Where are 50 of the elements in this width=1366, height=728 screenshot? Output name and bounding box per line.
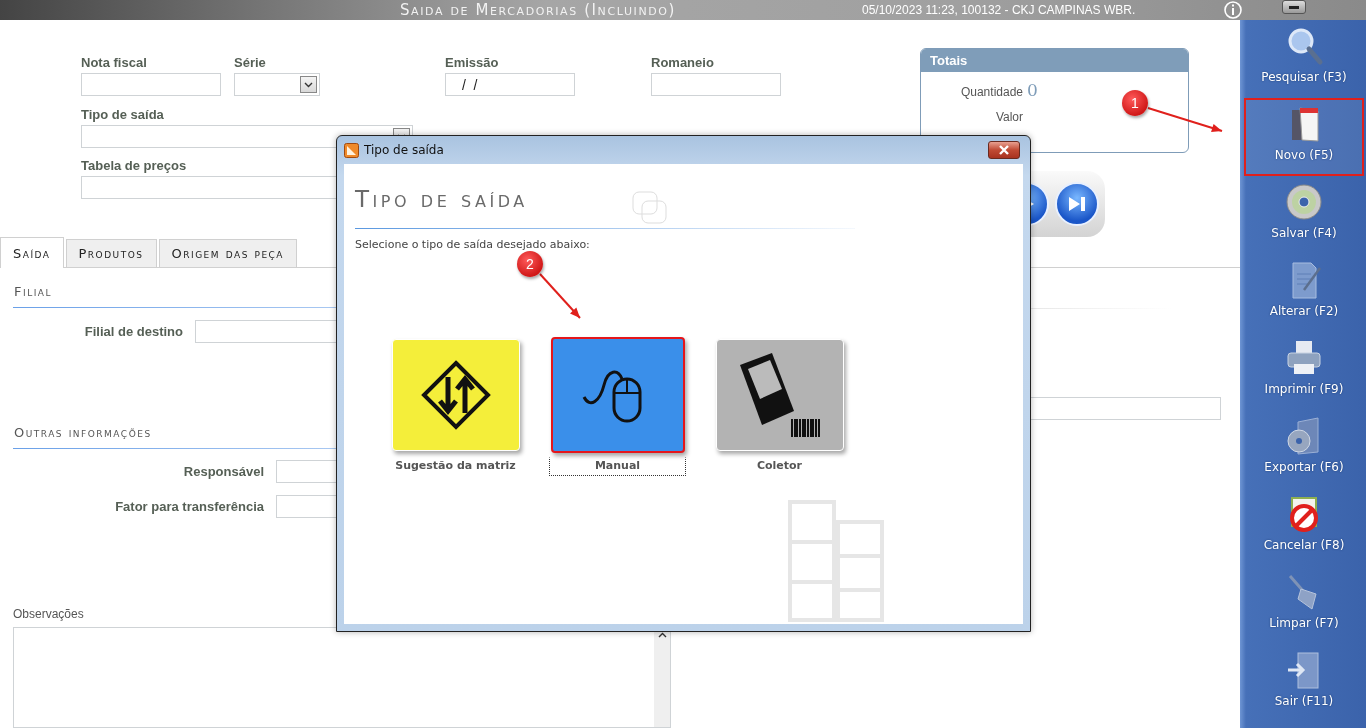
minimize-button[interactable] bbox=[1282, 0, 1306, 14]
skip-end-icon bbox=[1067, 195, 1087, 214]
chevron-up-icon bbox=[657, 632, 667, 638]
toolbar-button[interactable]: Imprimir (F9) bbox=[1244, 332, 1364, 410]
toolbar-button[interactable]: Alterar (F2) bbox=[1244, 254, 1364, 332]
app-icon bbox=[344, 142, 359, 158]
input-field[interactable]: / / bbox=[445, 73, 575, 96]
field-label: Série bbox=[234, 55, 267, 70]
field-label: Romaneio bbox=[651, 55, 715, 70]
dialog-heading: Tipo de saída bbox=[355, 186, 529, 212]
input-field[interactable] bbox=[651, 73, 781, 96]
field-label: Observações bbox=[13, 606, 85, 622]
toolbar-button[interactable]: Pesquisar (F3) bbox=[1244, 20, 1364, 98]
chevron-down-icon bbox=[304, 81, 313, 88]
field-label: Emissão bbox=[445, 55, 500, 70]
session-info: 05/10/2023 11:23, 100132 - CKJ CAMPINAS WBR. bbox=[862, 3, 1137, 17]
option-label[interactable]: Sugestão da matriz bbox=[387, 457, 524, 476]
field-label: Responsável bbox=[182, 464, 264, 479]
dropdown-field[interactable] bbox=[234, 73, 320, 96]
field-label: Fator para transferência bbox=[114, 499, 264, 514]
toolbar-button[interactable]: Salvar (F4) bbox=[1244, 176, 1364, 254]
field-label: Filial de destino bbox=[83, 324, 183, 339]
toolbar-button[interactable]: Exportar (F6) bbox=[1244, 410, 1364, 488]
close-button[interactable] bbox=[988, 141, 1020, 159]
dialog-title: Tipo de saída bbox=[364, 143, 445, 157]
total-label: Valor bbox=[994, 110, 1023, 124]
field-label: Tabela de preços bbox=[81, 158, 188, 173]
instruction-text: Selecione o tipo de saída desejado abaixo: bbox=[355, 238, 591, 251]
toolbar-button[interactable]: Limpar (F7) bbox=[1244, 566, 1364, 644]
info-icon[interactable] bbox=[1224, 1, 1242, 19]
total-value: 0 bbox=[1027, 80, 1038, 100]
overlapping-squares-icon bbox=[632, 191, 668, 225]
window-title: Saida de Mercadorias (Incluindo) bbox=[400, 1, 677, 19]
panel-title: Totais bbox=[921, 49, 1188, 72]
field-label: Nota fiscal bbox=[81, 55, 148, 70]
toolbar-button[interactable]: Cancelar (F8) bbox=[1244, 488, 1364, 566]
option-tile[interactable] bbox=[550, 337, 685, 453]
tab[interactable]: Origem das peça bbox=[158, 239, 298, 267]
close-icon bbox=[998, 145, 1010, 155]
tab[interactable]: Produtos bbox=[65, 239, 157, 267]
option-label[interactable]: Coletor bbox=[711, 457, 848, 476]
option-label[interactable]: Manual bbox=[549, 457, 686, 476]
field-label: Tipo de saída bbox=[81, 107, 165, 122]
toolbar-button[interactable]: Novo (F5) bbox=[1244, 98, 1364, 176]
disc-icon bbox=[1284, 182, 1324, 222]
toolbar-button[interactable]: Sair (F11) bbox=[1244, 644, 1364, 722]
tab[interactable]: Saída bbox=[0, 237, 64, 268]
last-button[interactable] bbox=[1055, 182, 1099, 227]
input-field[interactable] bbox=[81, 73, 221, 96]
total-label: Quantidade bbox=[959, 85, 1023, 99]
